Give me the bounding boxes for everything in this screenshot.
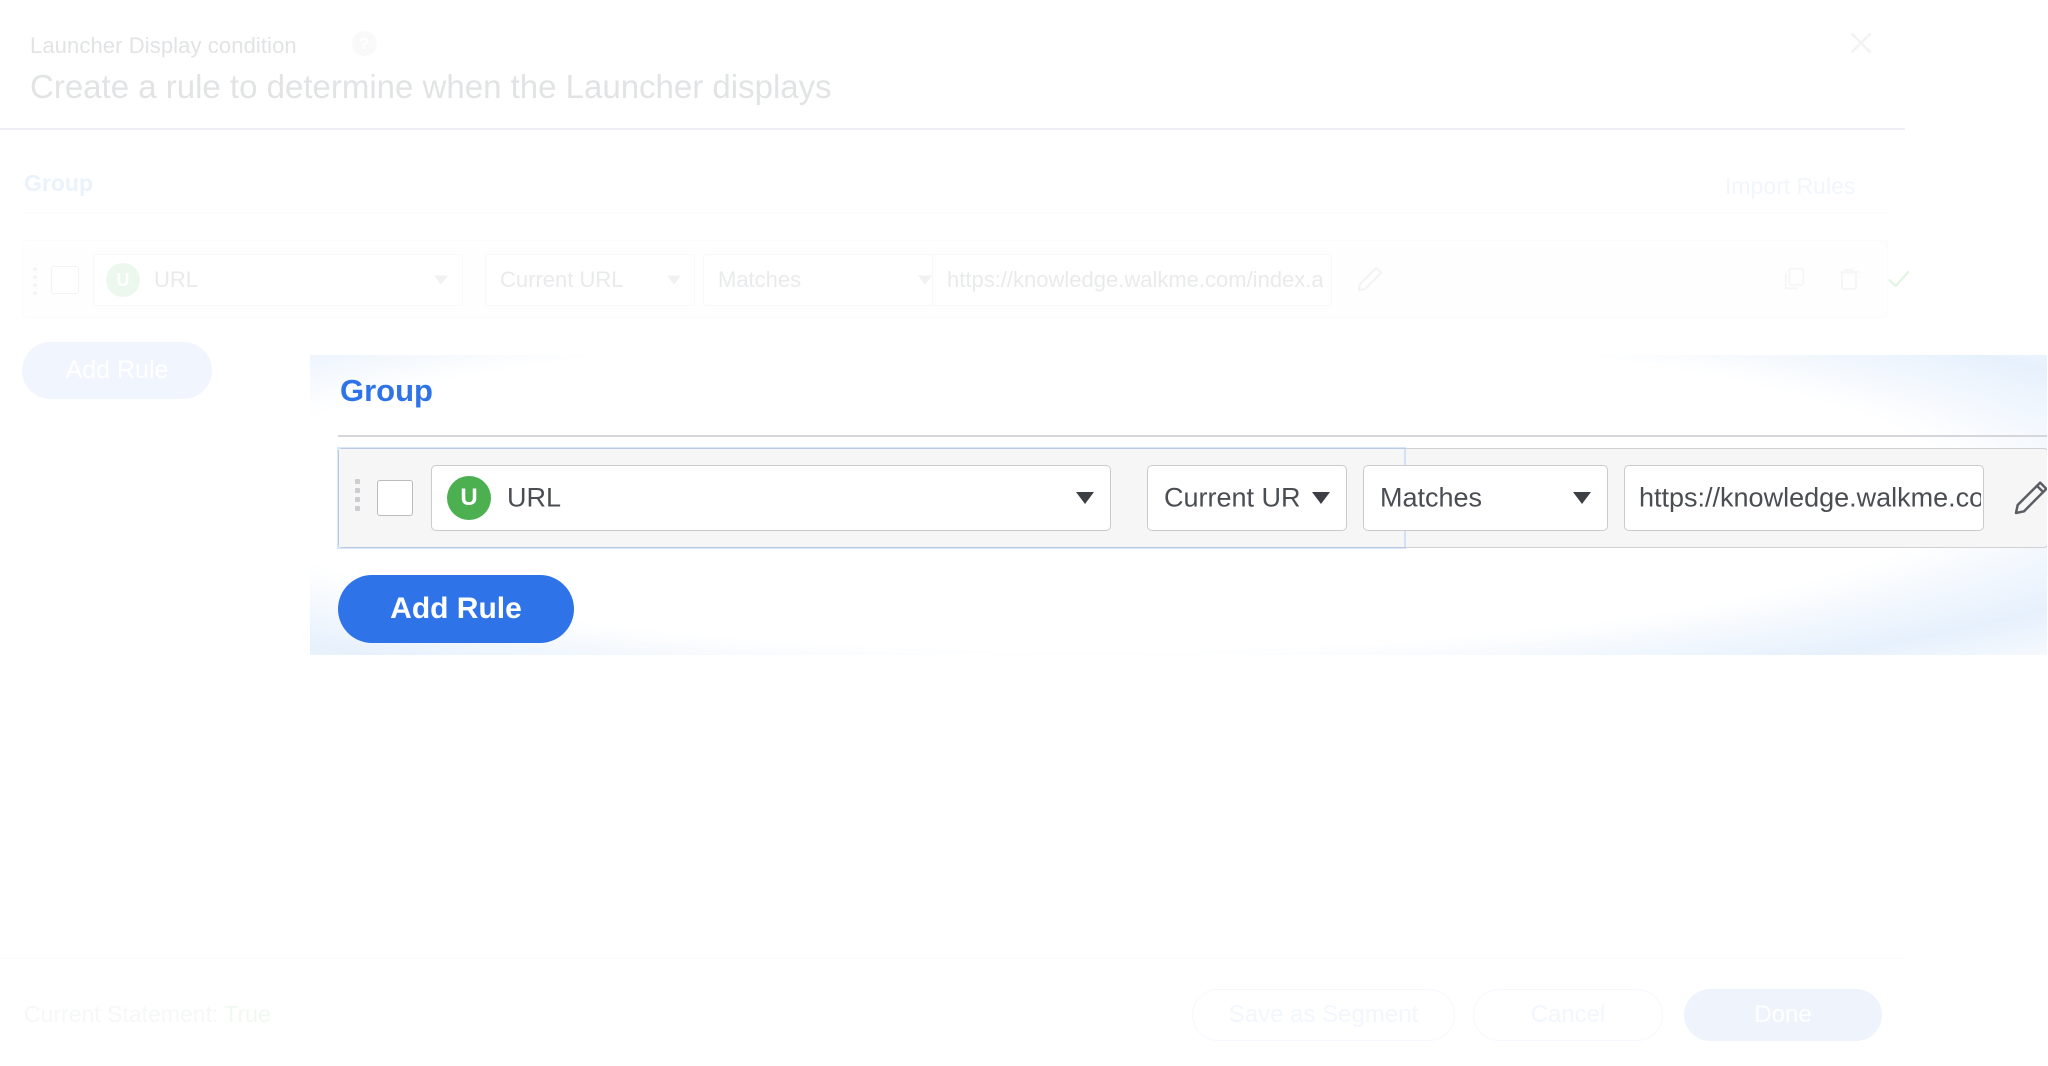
rule-checkbox[interactable]	[51, 266, 79, 294]
rule-operator-select[interactable]: Matches	[1363, 465, 1608, 531]
dialog-eyebrow: Launcher Display condition	[30, 33, 297, 58]
drag-handle-icon[interactable]	[355, 479, 360, 511]
current-statement-label: Current Statement:	[24, 1001, 225, 1027]
table-row: U URL Current URL Matches https://knowle…	[22, 240, 1910, 318]
help-icon[interactable]: ?	[352, 31, 377, 56]
rule-type-value: URL	[507, 482, 562, 513]
check-icon	[1885, 265, 1913, 293]
add-rule-button-highlighted[interactable]: Add Rule	[338, 575, 574, 643]
chevron-down-icon	[1076, 492, 1094, 504]
highlighted-group-overlay: Group U URL Current URL Matches https://…	[310, 355, 2048, 655]
rule-value-text: https://knowledge.walkme.com/index.ac	[1639, 482, 1981, 513]
rule-type-select[interactable]: U URL	[431, 465, 1111, 531]
rule-checkbox[interactable]	[377, 480, 413, 516]
add-rule-button[interactable]: Add Rule	[22, 342, 212, 399]
url-type-badge: U	[106, 263, 140, 297]
rule-operator-value: Matches	[718, 267, 802, 292]
chevron-down-icon	[667, 275, 681, 285]
copy-icon[interactable]	[1780, 265, 1808, 293]
rule-type-value: URL	[154, 267, 199, 292]
import-rules-button[interactable]: Import Rules	[1725, 173, 1855, 200]
pencil-icon[interactable]	[2011, 478, 2048, 518]
done-button[interactable]: Done	[1684, 989, 1882, 1041]
dialog-footer: Current Statement: True Save as Segment …	[0, 958, 1905, 1066]
page-title: Create a rule to determine when the Laun…	[30, 68, 832, 105]
group-label-highlighted: Group	[340, 373, 433, 408]
rule-source-value: Current URL	[500, 267, 624, 292]
drag-handle-icon[interactable]	[33, 267, 37, 295]
url-type-badge: U	[447, 476, 491, 520]
cancel-button[interactable]: Cancel	[1473, 989, 1663, 1041]
chevron-down-icon	[1573, 492, 1591, 504]
rule-operator-value: Matches	[1380, 482, 1483, 513]
rule-operator-select[interactable]: Matches	[703, 254, 946, 306]
chevron-down-icon	[1312, 492, 1330, 504]
current-statement: Current Statement: True	[24, 1001, 271, 1028]
rule-value-input[interactable]: https://knowledge.walkme.com/index.ac	[1624, 465, 1984, 531]
chevron-down-icon	[918, 275, 932, 285]
group-divider-highlighted	[338, 435, 2048, 437]
save-as-segment-button[interactable]: Save as Segment	[1192, 989, 1455, 1041]
rule-source-value: Current URL	[1164, 482, 1302, 513]
group-label: Group	[24, 170, 93, 196]
trash-icon[interactable]	[1835, 265, 1863, 293]
rule-value-input[interactable]: https://knowledge.walkme.com/index.ac	[932, 254, 1332, 306]
rule-source-select[interactable]: Current URL	[1147, 465, 1347, 531]
rule-value-text: https://knowledge.walkme.com/index.ac	[947, 267, 1323, 292]
dialog-header: Launcher Display condition ? Create a ru…	[0, 0, 1905, 130]
group-divider	[22, 212, 1888, 213]
pencil-icon[interactable]	[1355, 264, 1385, 294]
rule-type-select[interactable]: U URL	[93, 254, 463, 306]
table-row-highlighted: U URL Current URL Matches https://knowle…	[338, 448, 2048, 548]
rule-builder-dialog: Launcher Display condition ? Create a ru…	[0, 0, 2048, 1066]
close-icon[interactable]	[1840, 22, 1882, 64]
current-statement-value: True	[224, 1001, 271, 1027]
chevron-down-icon	[434, 275, 448, 285]
rule-source-select[interactable]: Current URL	[485, 254, 695, 306]
